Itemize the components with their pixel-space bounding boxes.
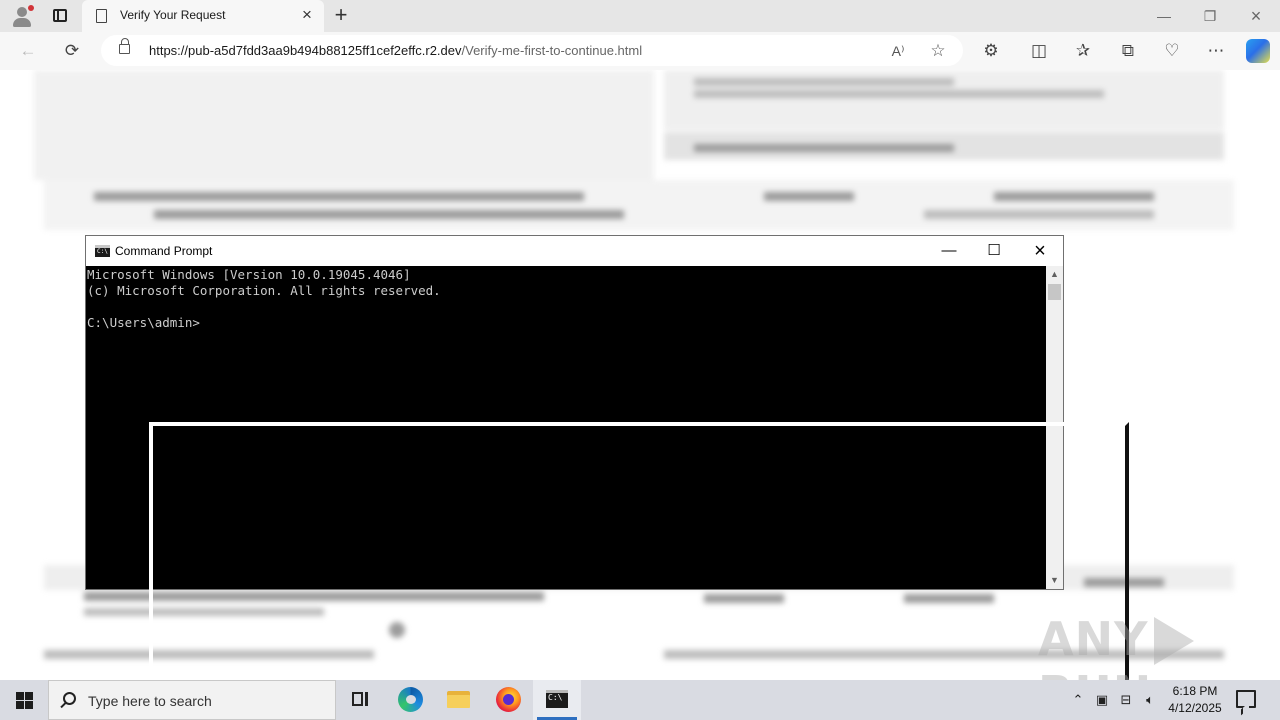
profile-avatar-icon[interactable] <box>10 4 34 28</box>
url-host: https://pub-a5d7fdd3aa9b494b88125ff1cef2… <box>149 43 462 58</box>
taskbar-search-box[interactable]: Type here to search <box>48 680 336 720</box>
cmd-maximize-icon[interactable]: ☐ <box>971 236 1017 266</box>
clock-time: 6:18 PM <box>1172 684 1218 698</box>
console-line: (c) Microsoft Corporation. All rights re… <box>87 283 441 298</box>
cmd-close-icon[interactable]: × <box>1017 236 1063 266</box>
copilot-icon[interactable] <box>1246 39 1270 63</box>
split-screen-icon[interactable]: ◫ <box>1025 37 1053 65</box>
show-hidden-icons-chevron-icon[interactable]: ⌃ <box>1068 690 1088 710</box>
close-icon[interactable]: × <box>1233 0 1279 32</box>
tab-actions-icon[interactable] <box>50 6 70 26</box>
console-prompt: C:\Users\admin> <box>87 315 200 330</box>
browser-tab-active[interactable]: Verify Your Request × <box>82 0 324 32</box>
taskbar-clock[interactable]: 6:18 PM 4/12/2025 <box>1160 683 1230 717</box>
extensions-icon[interactable]: ⚙ <box>977 37 1005 65</box>
favorites-icon[interactable]: ✰ <box>1069 37 1097 65</box>
network-icon[interactable]: ⊟ <box>1116 690 1136 710</box>
file-explorer-icon[interactable] <box>435 680 483 720</box>
restore-icon[interactable]: ❐ <box>1187 0 1233 32</box>
overlay-rectangle <box>149 422 1129 720</box>
device-icon[interactable]: ▣ <box>1092 690 1112 710</box>
firefox-icon[interactable] <box>484 680 532 720</box>
scroll-up-icon[interactable]: ▲ <box>1046 266 1063 283</box>
read-aloud-icon[interactable]: A⁾ <box>886 39 910 63</box>
command-prompt-icon: C:\ <box>95 245 110 257</box>
clock-date: 4/12/2025 <box>1168 701 1222 715</box>
tab-close-icon[interactable]: × <box>298 6 316 24</box>
watermark-left: ANY <box>1038 612 1149 666</box>
browser-tab-strip: Verify Your Request × + — ❐ × <box>0 0 1280 32</box>
windows-start-icon[interactable] <box>0 680 48 720</box>
minimize-icon[interactable]: — <box>1141 0 1187 32</box>
taskbar: Type here to search C:\ ⌃ ▣ ⊟ 🔈︎ 6:18 PM… <box>0 680 1280 720</box>
collections-icon[interactable]: ⧉ <box>1114 37 1142 65</box>
cmd-minimize-icon[interactable]: — <box>926 236 972 266</box>
lock-icon[interactable] <box>119 38 130 54</box>
edge-icon[interactable] <box>386 680 434 720</box>
refresh-icon[interactable]: ⟳ <box>58 37 86 65</box>
scrollbar-thumb[interactable] <box>1048 284 1061 300</box>
search-icon <box>63 692 76 705</box>
play-icon <box>1154 617 1195 665</box>
browser-toolbar: ← ⟳ https://pub-a5d7fdd3aa9b494b88125ff1… <box>0 32 1280 70</box>
page-icon <box>96 9 107 23</box>
search-placeholder: Type here to search <box>88 693 212 709</box>
command-prompt-taskbar-icon[interactable]: C:\ <box>533 680 581 720</box>
url-path: /Verify-me-first-to-continue.html <box>461 43 643 58</box>
cmd-window-title: Command Prompt <box>115 244 213 258</box>
notifications-icon[interactable] <box>1236 690 1256 708</box>
url-text[interactable]: https://pub-a5d7fdd3aa9b494b88125ff1cef2… <box>149 43 642 58</box>
favorite-star-icon[interactable]: ☆ <box>926 39 950 63</box>
address-bar[interactable]: https://pub-a5d7fdd3aa9b494b88125ff1cef2… <box>101 35 963 66</box>
task-view-icon[interactable] <box>336 680 384 720</box>
cmd-title-bar[interactable]: C:\ Command Prompt — ☐ × <box>86 236 1063 266</box>
console-line: Microsoft Windows [Version 10.0.19045.40… <box>87 267 411 282</box>
back-icon[interactable]: ← <box>14 37 42 65</box>
volume-icon[interactable]: 🔈︎ <box>1140 690 1160 710</box>
browser-essentials-icon[interactable]: ♡ <box>1158 37 1186 65</box>
more-menu-icon[interactable]: ⋯ <box>1202 37 1230 65</box>
tab-title: Verify Your Request <box>120 8 226 22</box>
new-tab-icon[interactable]: + <box>330 4 352 26</box>
